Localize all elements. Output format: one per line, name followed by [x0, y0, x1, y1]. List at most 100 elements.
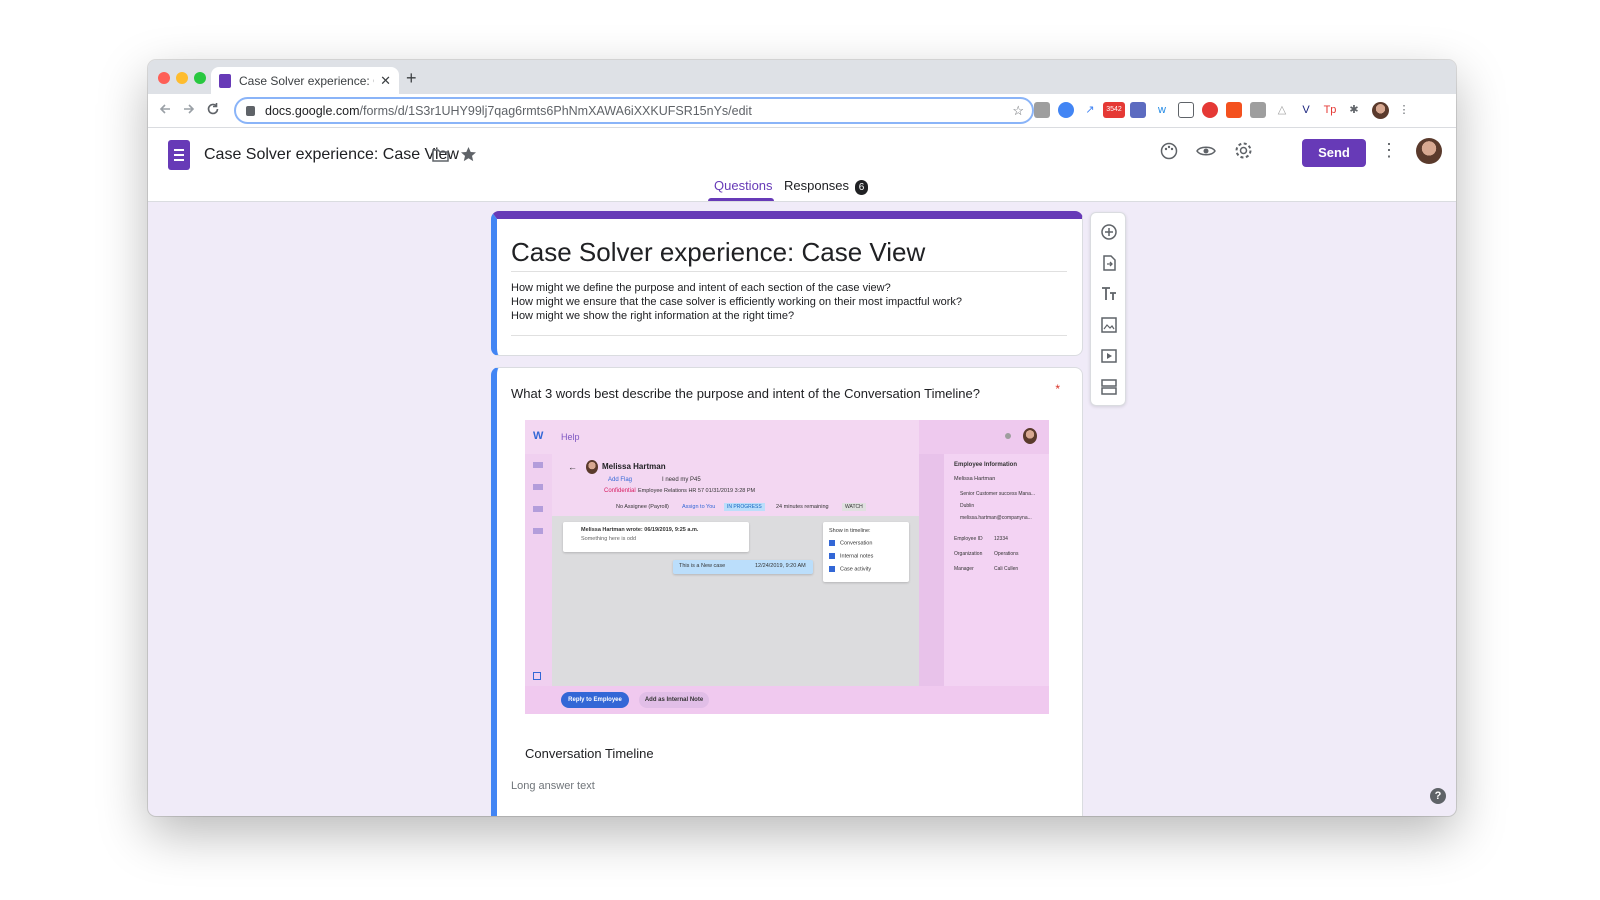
folder-icon[interactable] [432, 148, 449, 162]
mockup-watch: WATCH [842, 503, 866, 511]
mockup-logo: W [533, 430, 544, 442]
mockup-reply-button: Reply to Employee [561, 692, 629, 708]
mockup-field-label: Organization [954, 551, 983, 557]
mockup-message-body: Something here is odd [581, 536, 637, 542]
mockup-open-icon [533, 672, 541, 680]
chart-extension-icon[interactable]: ↗ [1082, 102, 1098, 118]
mockup-filter-label: Internal notes [840, 553, 874, 560]
long-answer-placeholder: Long answer text [511, 780, 595, 792]
opera-extension-icon[interactable] [1202, 102, 1218, 118]
description-line: How might we define the purpose and inte… [511, 282, 891, 294]
mockup-employee-panel: Employee Information Melissa Hartman Sen… [944, 454, 1049, 686]
minimize-window-button[interactable] [176, 72, 188, 84]
send-button[interactable]: Send [1302, 139, 1366, 167]
form-description[interactable]: How might we define the purpose and inte… [511, 281, 962, 323]
mockup-message-card: Melissa Hartman wrote: 06/19/2019, 9:25 … [563, 522, 749, 552]
mockup-list-icon [533, 462, 543, 468]
description-divider [511, 335, 1067, 336]
honey-extension-icon[interactable] [1226, 102, 1242, 118]
forms-header: Case Solver experience: Case View Send ⋮… [148, 128, 1456, 202]
camera-extension-icon[interactable] [1250, 102, 1266, 118]
mockup-note-button: Add as Internal Note [639, 692, 709, 708]
add-title-icon[interactable] [1100, 285, 1118, 303]
forward-arrow-icon[interactable] [182, 102, 196, 116]
form-header-card[interactable]: Case Solver experience: Case View How mi… [491, 211, 1083, 356]
close-window-button[interactable] [158, 72, 170, 84]
question-title[interactable]: What 3 words best describe the purpose a… [511, 386, 980, 401]
tab-responses[interactable]: Responses 6 [784, 178, 869, 195]
mockup-employee-email: melissa.hartman@companyna... [960, 515, 1032, 521]
required-asterisk: * [1055, 382, 1060, 396]
document-title[interactable]: Case Solver experience: Case View [204, 146, 459, 164]
mockup-field-label: Employee ID [954, 536, 983, 542]
image-caption[interactable]: Conversation Timeline [525, 746, 654, 761]
forms-logo-icon[interactable] [168, 140, 190, 170]
palette-icon[interactable] [1160, 142, 1178, 160]
form-tabs: Questions Responses 6 [148, 174, 1456, 202]
maximize-window-button[interactable] [194, 72, 206, 84]
mockup-new-case-date: 12/24/2019, 9:20 AM [755, 563, 806, 569]
mockup-case-meta: Employee Relations HR 57 01/31/2019 3:28… [638, 488, 756, 494]
browser-toolbar: docs.google.com/forms/d/1S3r1UHY99lj7qag… [148, 94, 1456, 128]
more-vert-icon[interactable]: ⋮ [1380, 140, 1398, 161]
mockup-new-case-label: This is a New case [679, 563, 726, 569]
add-video-icon[interactable] [1100, 347, 1118, 365]
crop-extension-icon[interactable] [1178, 102, 1194, 118]
mockup-filter-title: Show in timeline: [829, 528, 871, 534]
mockup-confidential: Confidential [604, 488, 636, 494]
extension-badge-icon[interactable]: 3542 [1103, 102, 1125, 118]
extension-icon[interactable] [1034, 102, 1050, 118]
mockup-app-label: Help [561, 432, 580, 442]
mockup-timeline-filter: Show in timeline: Conversation Internal … [823, 522, 909, 582]
active-tab-indicator [708, 198, 774, 201]
add-question-icon[interactable] [1100, 223, 1118, 241]
w-extension-icon[interactable]: w [1154, 102, 1170, 118]
tab-title: Case Solver experience: Case [239, 73, 374, 88]
puzzle-extensions-icon[interactable]: ✱ [1346, 102, 1362, 118]
mockup-filter-item: Case activity [829, 566, 871, 572]
mockup-employee-role: Senior Customer success Mana... [960, 491, 1036, 497]
question-side-toolbar [1090, 212, 1126, 406]
browser-menu-icon[interactable]: ⋮ [1396, 102, 1412, 118]
mockup-assignee: No Assignee (Payroll) [616, 504, 669, 510]
mockup-filter-label: Case activity [840, 566, 872, 573]
preview-eye-icon[interactable] [1196, 142, 1216, 160]
new-tab-button[interactable]: + [406, 68, 417, 89]
address-bar[interactable]: docs.google.com/forms/d/1S3r1UHY99lj7qag… [234, 97, 1034, 124]
lock-icon [246, 105, 255, 116]
back-arrow-icon[interactable] [158, 102, 172, 116]
tab-close-icon[interactable]: ✕ [380, 73, 391, 89]
star-icon[interactable] [460, 146, 477, 163]
mockup-checkbox-icon [829, 553, 835, 559]
tab-strip: Case Solver experience: Case ✕ + [148, 60, 1456, 94]
description-line: How might we ensure that the case solver… [511, 296, 962, 308]
browser-window: Case Solver experience: Case ✕ + docs.go… [148, 60, 1456, 816]
shield-extension-icon[interactable] [1058, 102, 1074, 118]
browser-tab[interactable]: Case Solver experience: Case ✕ [211, 67, 399, 94]
tp-extension-icon[interactable]: Tp [1322, 102, 1338, 118]
tab-responses-label: Responses [784, 178, 850, 193]
mockup-topbar [525, 420, 919, 454]
drive-extension-icon[interactable]: △ [1274, 102, 1290, 118]
add-image-icon[interactable] [1100, 316, 1118, 334]
question-image[interactable]: W Help ← Melissa Hartman Add Flag I need… [525, 420, 1049, 714]
add-section-icon[interactable] [1100, 378, 1118, 396]
question-card[interactable]: What 3 words best describe the purpose a… [491, 367, 1083, 816]
import-questions-icon[interactable] [1100, 254, 1118, 272]
account-avatar[interactable] [1416, 138, 1442, 164]
mockup-employee-info-title: Employee Information [954, 462, 1018, 468]
v-extension-icon[interactable]: V [1298, 102, 1314, 118]
mockup-filter-item: Internal notes [829, 553, 873, 559]
mockup-field-value: 12334 [994, 536, 1008, 542]
profile-avatar[interactable] [1372, 102, 1389, 119]
title-divider [511, 271, 1067, 272]
tab-questions[interactable]: Questions [714, 178, 773, 193]
mockup-subject: I need my P45 [662, 477, 701, 483]
reload-icon[interactable] [206, 102, 220, 116]
help-icon[interactable]: ? [1430, 788, 1446, 804]
bookmark-star-icon[interactable]: ☆ [1012, 103, 1024, 119]
form-title[interactable]: Case Solver experience: Case View [511, 237, 925, 268]
calendar-extension-icon[interactable] [1130, 102, 1146, 118]
mockup-people-icon [533, 484, 543, 490]
settings-gear-icon[interactable] [1234, 141, 1253, 160]
